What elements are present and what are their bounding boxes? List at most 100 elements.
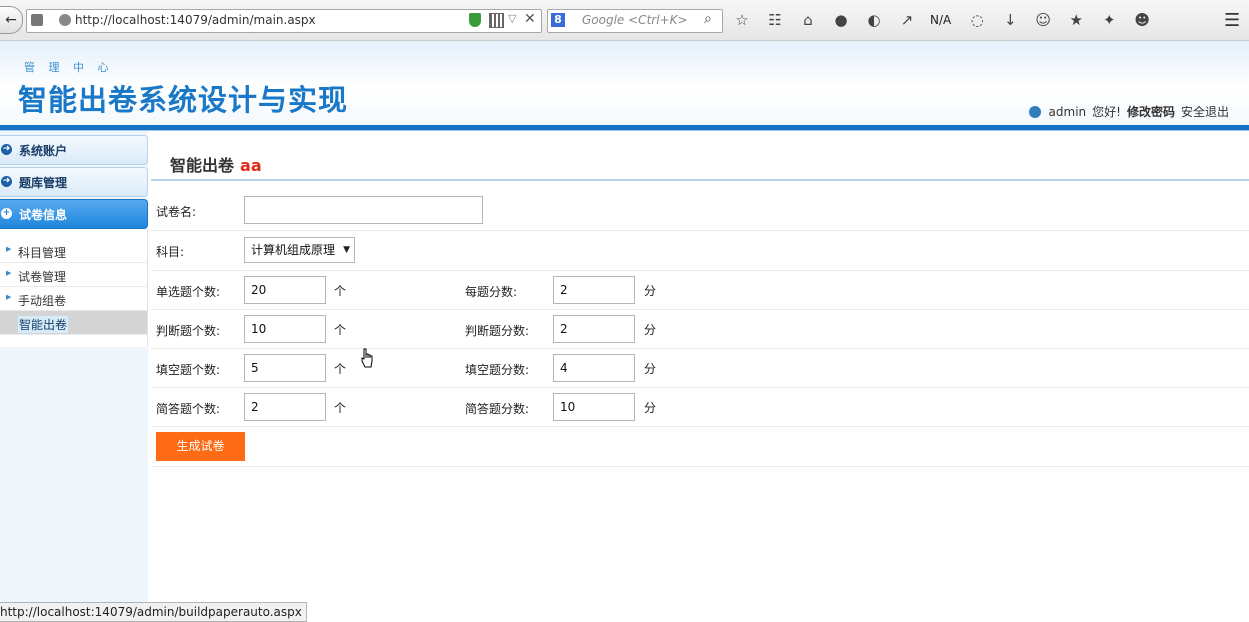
star-icon[interactable]: ☆ [732, 10, 752, 30]
short-answer-count-input[interactable]: 2 [244, 393, 326, 421]
page-title-text: 智能出卷 [170, 156, 235, 175]
paper-name-input[interactable] [244, 196, 483, 224]
shield-icon[interactable] [469, 13, 481, 27]
chevron-down-icon: ▼ [343, 245, 350, 255]
page-title: 智能出卷 aa [170, 152, 262, 176]
arrow-circle-icon: ➜ [1, 176, 12, 187]
address-url[interactable]: http://localhost:14079/admin/main.aspx [75, 13, 316, 27]
menu-icon[interactable]: ☰ [1224, 10, 1240, 31]
single-choice-score-unit: 分 [644, 284, 657, 298]
google-icon[interactable]: 8 [551, 13, 565, 27]
form-row-short-answer: 简答题个数: 2 个 简答题分数: 10 分 [151, 387, 1249, 427]
back-arrow-icon[interactable]: ← [0, 6, 23, 34]
single-choice-count-label: 单选题个数: [156, 285, 221, 299]
moon-icon[interactable]: ● [831, 10, 851, 30]
header-subtitle: 管 理 中 心 [24, 61, 114, 74]
short-answer-score-input[interactable]: 10 [553, 393, 635, 421]
sidebar-section-paper-info[interactable]: + 试卷信息 [0, 199, 148, 229]
sidebar-item-label: 智能出卷 [18, 316, 69, 333]
sidebar-item-auto-build[interactable]: 智能出卷 [0, 311, 147, 335]
generate-paper-button[interactable]: 生成试卷 [156, 432, 245, 461]
change-password-link[interactable]: 修改密码 [1127, 103, 1175, 120]
sidebar-item-manual-build[interactable]: ▶ 手动组卷 [0, 287, 147, 311]
triangle-bullet-icon: ▶ [6, 269, 12, 277]
home-icon[interactable]: ⌂ [798, 10, 818, 30]
form-row-actions [151, 427, 1249, 467]
page-title-user: aa [240, 156, 262, 175]
true-false-score-unit: 分 [644, 323, 657, 337]
single-choice-count-input[interactable]: 20 [244, 276, 326, 304]
search-bar[interactable]: 8 Google <Ctrl+K> ⌕ [547, 9, 723, 33]
form-row-fill-blank: 填空题个数: 5 个 填空题分数: 4 分 [151, 348, 1249, 388]
subject-label: 科目: [156, 245, 185, 259]
globe-icon [59, 14, 71, 26]
true-false-count-input[interactable]: 10 [244, 315, 326, 343]
header-divider-light [0, 130, 1249, 131]
user-bar: admin 您好! 修改密码 安全退出 [1028, 103, 1235, 120]
chart-icon[interactable]: ↗ [897, 10, 917, 30]
greeting: 您好! [1092, 105, 1121, 119]
status-bar: http://localhost:14079/admin/buildpapera… [0, 602, 307, 622]
form-row-paper-name: 试卷名: [151, 191, 1249, 231]
clipboard-icon[interactable]: ☷ [765, 10, 785, 30]
sidebar-section-label: 题库管理 [19, 176, 68, 190]
triangle-bullet-icon: ▶ [6, 293, 12, 301]
true-false-count-unit: 个 [334, 323, 347, 337]
true-false-score-input[interactable]: 2 [553, 315, 635, 343]
addon-icon[interactable]: ✦ [1099, 10, 1119, 30]
sidebar-item-papers[interactable]: ▶ 试卷管理 [0, 263, 147, 287]
fill-blank-count-label: 填空题个数: [156, 363, 221, 377]
sidebar-submenu: ▶ 科目管理 ▶ 试卷管理 ▶ 手动组卷 智能出卷 [0, 229, 148, 347]
paper-name-label: 试卷名: [156, 205, 197, 219]
fill-blank-score-unit: 分 [644, 362, 657, 376]
search-icon[interactable]: ⌕ [704, 11, 712, 27]
address-bar[interactable]: http://localhost:14079/admin/main.aspx ▽… [26, 9, 542, 33]
user-icon [1028, 105, 1041, 118]
sidebar-section-accounts[interactable]: ➜ 系统账户 [0, 135, 148, 165]
sidebar-section-question-bank[interactable]: ➜ 题库管理 [0, 167, 148, 197]
arrow-circle-icon: ➜ [1, 144, 12, 155]
fill-blank-count-input[interactable]: 5 [244, 354, 326, 382]
form-row-subject: 科目: 计算机组成原理 ▼ [151, 231, 1249, 271]
logout-link[interactable]: 安全退出 [1181, 103, 1229, 120]
plus-circle-icon: + [1, 208, 12, 219]
short-answer-score-unit: 分 [644, 401, 657, 415]
short-answer-count-label: 简答题个数: [156, 402, 221, 416]
fill-blank-score-input[interactable]: 4 [553, 354, 635, 382]
username: admin [1048, 104, 1087, 119]
sidebar-item-subject[interactable]: ▶ 科目管理 [0, 239, 147, 263]
dropdown-triangle-icon[interactable]: ▽ [508, 12, 516, 25]
sidebar-item-label: 手动组卷 [18, 294, 67, 308]
toolbar-icons: ☆ ☷ ⌂ ● ◐ ↗ N/A ◌ ↓ ☺ ★ ✦ ☻ [732, 10, 1165, 30]
title-divider [151, 179, 1249, 181]
fill-blank-count-unit: 个 [334, 362, 347, 376]
single-choice-count-unit: 个 [334, 284, 347, 298]
na-label: N/A [930, 13, 952, 27]
subject-select-value: 计算机组成原理 [251, 243, 336, 257]
search-placeholder: Google <Ctrl+K> [582, 13, 688, 27]
sidebar-item-label: 科目管理 [18, 246, 67, 260]
form-row-single-choice: 单选题个数: 20 个 每题分数: 2 分 [151, 270, 1249, 310]
user-icon[interactable]: ☺ [1033, 10, 1053, 30]
site-title: 智能出卷系统设计与实现 [18, 83, 349, 117]
single-choice-score-input[interactable]: 2 [553, 276, 635, 304]
download-icon[interactable]: ↓ [1000, 10, 1020, 30]
earth-icon[interactable]: ◐ [864, 10, 884, 30]
sidebar-item-label: 试卷管理 [18, 270, 67, 284]
single-choice-score-label: 每题分数: [465, 285, 518, 299]
short-answer-score-label: 简答题分数: [465, 402, 530, 416]
sidebar-section-label: 系统账户 [19, 144, 68, 158]
hand-cursor-icon [361, 348, 373, 368]
smiley-icon[interactable]: ☻ [1132, 10, 1152, 30]
subject-select[interactable]: 计算机组成原理 ▼ [244, 237, 355, 263]
browser-toolbar: ← http://localhost:14079/admin/main.aspx… [0, 0, 1249, 41]
sidebar-section-label: 试卷信息 [19, 208, 68, 222]
bookmark-star-icon[interactable]: ★ [1066, 10, 1086, 30]
true-false-score-label: 判断题分数: [465, 324, 530, 338]
header-banner: 管 理 中 心 智能出卷系统设计与实现 admin 您好! 修改密码 安全退出 [0, 41, 1249, 125]
chat-icon[interactable]: ◌ [967, 10, 987, 30]
close-icon[interactable]: ✕ [524, 11, 536, 27]
qr-code-icon[interactable] [489, 13, 504, 28]
true-false-count-label: 判断题个数: [156, 324, 221, 338]
page-icon [31, 14, 43, 26]
